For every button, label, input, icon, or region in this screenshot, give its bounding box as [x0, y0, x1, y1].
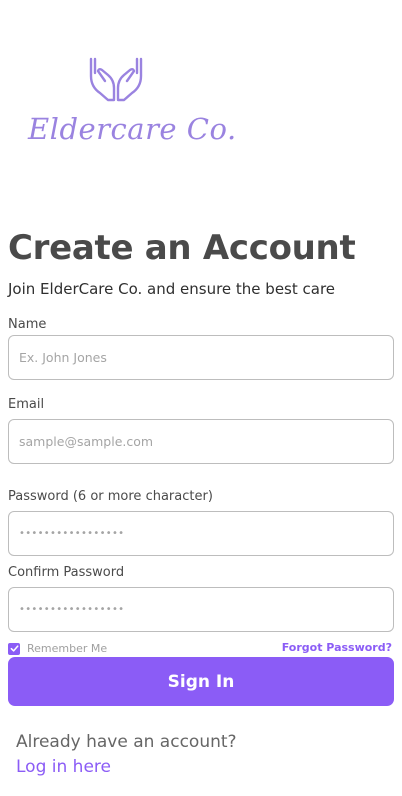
remember-me-label: Remember Me — [27, 642, 108, 655]
remember-me-checkbox[interactable] — [8, 642, 20, 655]
confirm-password-label: Confirm Password — [8, 565, 125, 580]
log-in-link[interactable]: Log in here — [16, 757, 111, 777]
checkmark-icon — [10, 645, 19, 652]
password-input[interactable] — [8, 511, 394, 556]
page-subtitle: Join ElderCare Co. and ensure the best c… — [8, 280, 336, 298]
confirm-password-input[interactable] — [8, 587, 394, 632]
sign-in-button[interactable]: Sign In — [8, 657, 394, 706]
name-label: Name — [8, 317, 47, 332]
email-input[interactable] — [8, 419, 394, 464]
brand-logo-text: Eldercare Co. — [28, 112, 237, 146]
forgot-password-link[interactable]: Forgot Password? — [282, 641, 392, 654]
name-input[interactable] — [8, 335, 394, 380]
password-label: Password (6 or more character) — [8, 489, 213, 504]
already-have-account-text: Already have an account? — [16, 732, 237, 752]
caring-hands-icon — [89, 57, 143, 102]
email-label: Email — [8, 397, 45, 412]
remember-me-row: Remember Me — [8, 642, 107, 655]
page-title: Create an Account — [8, 228, 356, 268]
